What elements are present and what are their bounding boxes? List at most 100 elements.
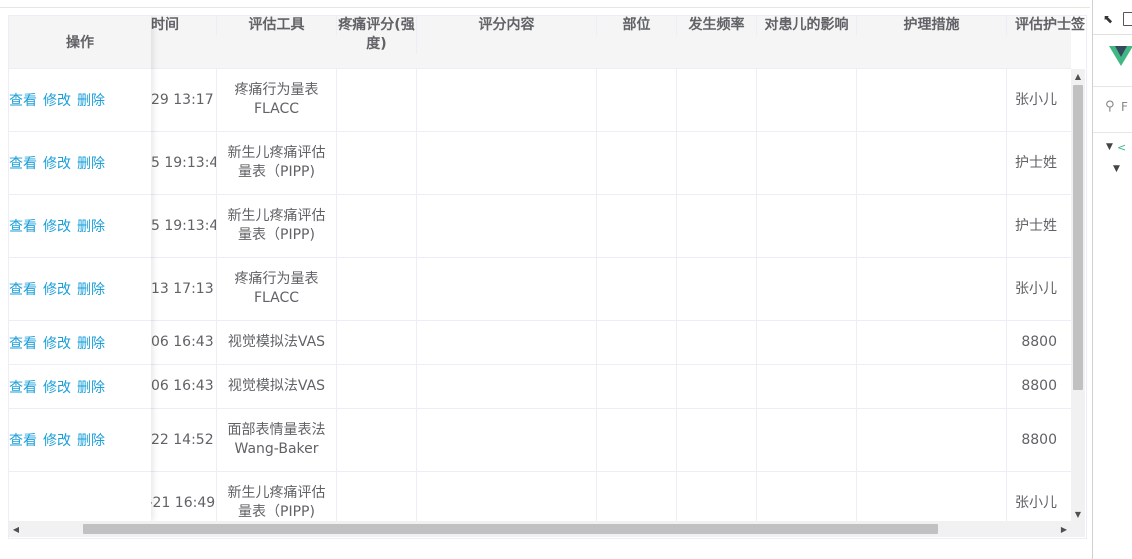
vertical-scrollbar[interactable]: ▲ ▼ [1071,69,1085,521]
assessment-table: 时间 评估工具 疼痛评分(强度) 评分内容 部位 发生频率 对患儿的影响 护理措… [8,15,1087,539]
scroll-down-arrow-icon[interactable]: ▼ [1071,507,1085,521]
cell-content [417,69,597,131]
horizontal-scrollbar[interactable]: ◀ ▶ [9,521,1071,537]
cell-time: 06 16:43 [151,321,217,364]
table-row: 5 19:13:42 新生儿疼痛评估量表（PIPP) 护士姓 [9,195,1071,258]
cell-nurse: 8800 [1021,334,1057,350]
view-link[interactable]: 查看 [9,430,37,450]
cell-frequency [677,321,757,364]
ops-cell: 查看 修改 删除 [9,195,151,258]
ops-cell: 查看 修改 删除 [9,409,151,472]
cell-impact [757,321,857,364]
col-header-content[interactable]: 评分内容 [417,16,597,35]
ops-cell: 查看 修改 删除 [9,132,151,195]
view-link[interactable]: 查看 [9,279,37,299]
view-link[interactable]: 查看 [9,153,37,173]
delete-link[interactable]: 删除 [77,153,105,173]
col-header-impact[interactable]: 对患儿的影响 [757,16,857,35]
cell-site [597,258,677,320]
delete-link[interactable]: 删除 [77,279,105,299]
col-header-site[interactable]: 部位 [597,16,677,35]
cell-time: 29 13:17 [151,69,217,131]
col-header-nurse[interactable]: 评估护士签 [1007,16,1086,35]
edit-link[interactable]: 修改 [43,430,71,450]
col-header-score[interactable]: 疼痛评分(强度) [337,16,417,54]
cell-time: 5 19:13:42 [151,132,217,194]
cell-impact [757,258,857,320]
cell-site [597,195,677,257]
col-header-time[interactable]: 时间 [151,16,217,35]
cell-score [337,321,417,364]
scroll-right-arrow-icon[interactable]: ▶ [1057,521,1071,537]
cell-content [417,132,597,194]
cell-tool: 新生儿疼痛评估量表（PIPP) [217,472,337,521]
scroll-left-arrow-icon[interactable]: ◀ [9,521,23,537]
vertical-scroll-thumb[interactable] [1073,85,1083,390]
view-link[interactable]: 查看 [9,216,37,236]
delete-link[interactable]: 删除 [77,90,105,110]
devtools-panel: ⬉ ⚲ F ▼ < ▼ [1092,0,1132,559]
expand-triangle-icon[interactable]: ▼ [1106,142,1113,152]
cell-measures [857,365,1007,408]
cell-tool: 新生儿疼痛评估量表（PIPP) [217,195,337,257]
delete-link[interactable]: 删除 [77,377,105,397]
cell-impact [757,365,857,408]
scroll-up-arrow-icon[interactable]: ▲ [1071,69,1085,83]
table-row: 2018-08-21 16:49 新生儿疼痛评估量表（PIPP) 张小儿 [9,472,1071,521]
col-header-measures[interactable]: 护理措施 [857,16,1007,35]
cell-site [597,472,677,521]
cell-site [597,132,677,194]
devtools-divider [1093,132,1132,133]
cell-time: 22 14:52 [151,409,217,471]
table-row: 13 17:13 疼痛行为量表FLACC 张小儿 [9,258,1071,321]
cell-tool: 面部表情量表法Wang-Baker [217,409,337,471]
ops-cell: 查看 修改 删除 [9,365,151,409]
page-top-divider [0,7,1090,8]
cell-frequency [677,472,757,521]
scrollbar-corner [1071,521,1085,537]
edit-link[interactable]: 修改 [43,333,71,353]
cell-nurse: 张小儿 [1015,280,1057,297]
cell-measures [857,258,1007,320]
inspect-cursor-icon[interactable]: ⬉ [1103,12,1113,26]
horizontal-scroll-thumb[interactable] [83,524,938,534]
cell-impact [757,409,857,471]
device-toggle-icon[interactable] [1123,12,1132,26]
cell-content [417,321,597,364]
cell-nurse: 张小儿 [1015,91,1057,108]
filter-input[interactable]: F [1121,100,1128,114]
edit-link[interactable]: 修改 [43,90,71,110]
edit-link[interactable]: 修改 [43,216,71,236]
search-icon[interactable]: ⚲ [1105,99,1115,114]
view-link[interactable]: 查看 [9,90,37,110]
cell-tool: 视觉模拟法VAS [217,365,337,408]
table-body: 29 13:17 疼痛行为量表FLACC 张小儿 5 19:13:42 新生儿疼… [9,69,1071,521]
cell-score [337,409,417,471]
component-tree-node[interactable]: < [1117,141,1126,154]
cell-tool: 疼痛行为量表FLACC [217,69,337,131]
cell-measures [857,132,1007,194]
cell-impact [757,132,857,194]
cell-content [417,365,597,408]
edit-link[interactable]: 修改 [43,279,71,299]
cell-tool: 视觉模拟法VAS [217,321,337,364]
devtools-toolbar: ⬉ [1093,0,1132,35]
edit-link[interactable]: 修改 [43,153,71,173]
delete-link[interactable]: 删除 [77,430,105,450]
delete-link[interactable]: 删除 [77,333,105,353]
edit-link[interactable]: 修改 [43,377,71,397]
ops-cell: 查看 修改 删除 [9,321,151,365]
col-header-tool[interactable]: 评估工具 [217,16,337,35]
col-header-frequency[interactable]: 发生频率 [677,16,757,35]
cell-score [337,258,417,320]
view-link[interactable]: 查看 [9,377,37,397]
cell-nurse: 张小儿 [1015,494,1057,511]
delete-link[interactable]: 删除 [77,216,105,236]
cell-impact [757,69,857,131]
cell-content [417,472,597,521]
table-row: 06 16:43 视觉模拟法VAS 8800 [9,321,1071,365]
expand-triangle-icon[interactable]: ▼ [1113,164,1120,174]
cell-time: 13 17:13 [151,258,217,320]
view-link[interactable]: 查看 [9,333,37,353]
devtools-divider [1093,86,1132,87]
